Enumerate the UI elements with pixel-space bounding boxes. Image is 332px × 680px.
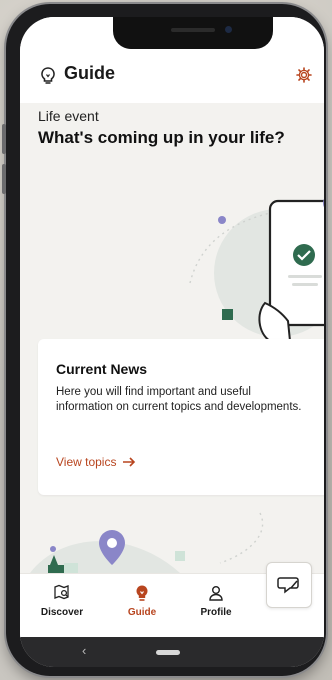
view-topics-link[interactable]: View topics xyxy=(56,455,136,469)
tab-guide-label: Guide xyxy=(127,607,157,618)
arrow-right-icon xyxy=(123,457,136,467)
tab-discover-label: Discover xyxy=(40,607,84,618)
current-news-card[interactable]: Current News Here you will find importan… xyxy=(38,339,324,495)
system-back-button[interactable]: ‹ xyxy=(82,643,86,658)
page-title: Guide xyxy=(64,63,116,83)
gear-icon[interactable] xyxy=(296,67,312,83)
volume-up-button xyxy=(2,124,6,154)
phone-illustration xyxy=(189,198,324,342)
app-screen: Guide Life event What's coming up in you… xyxy=(20,17,324,667)
tab-profile[interactable]: Profile xyxy=(186,584,246,618)
section-heading: What's coming up in your life? xyxy=(38,128,285,147)
lightbulb-icon xyxy=(136,585,148,601)
card-title: Current News xyxy=(56,361,148,377)
tab-profile-label: Profile xyxy=(200,607,232,618)
front-camera xyxy=(225,26,232,33)
speaker xyxy=(171,28,215,32)
system-navigation-bar: ‹ xyxy=(20,637,324,667)
phone-frame: Guide Life event What's coming up in you… xyxy=(2,4,326,676)
card-body: Here you will find important and useful … xyxy=(56,386,302,413)
chat-button[interactable] xyxy=(266,562,312,608)
view-topics-label: View topics xyxy=(56,455,117,469)
section-overline: Life event xyxy=(38,108,99,124)
volume-down-button xyxy=(2,164,6,194)
main-content[interactable]: Life event What's coming up in your life… xyxy=(20,103,324,573)
person-icon xyxy=(209,586,223,601)
lightbulb-icon xyxy=(41,67,55,84)
notch xyxy=(113,17,273,49)
map-search-icon xyxy=(54,584,69,600)
chat-bubble-icon xyxy=(277,577,299,594)
tab-discover[interactable]: Discover xyxy=(32,584,92,618)
home-indicator[interactable] xyxy=(156,650,180,655)
bottom-tab-bar: Discover Guide Profile xyxy=(20,562,324,638)
tab-guide[interactable]: Guide xyxy=(112,584,172,618)
